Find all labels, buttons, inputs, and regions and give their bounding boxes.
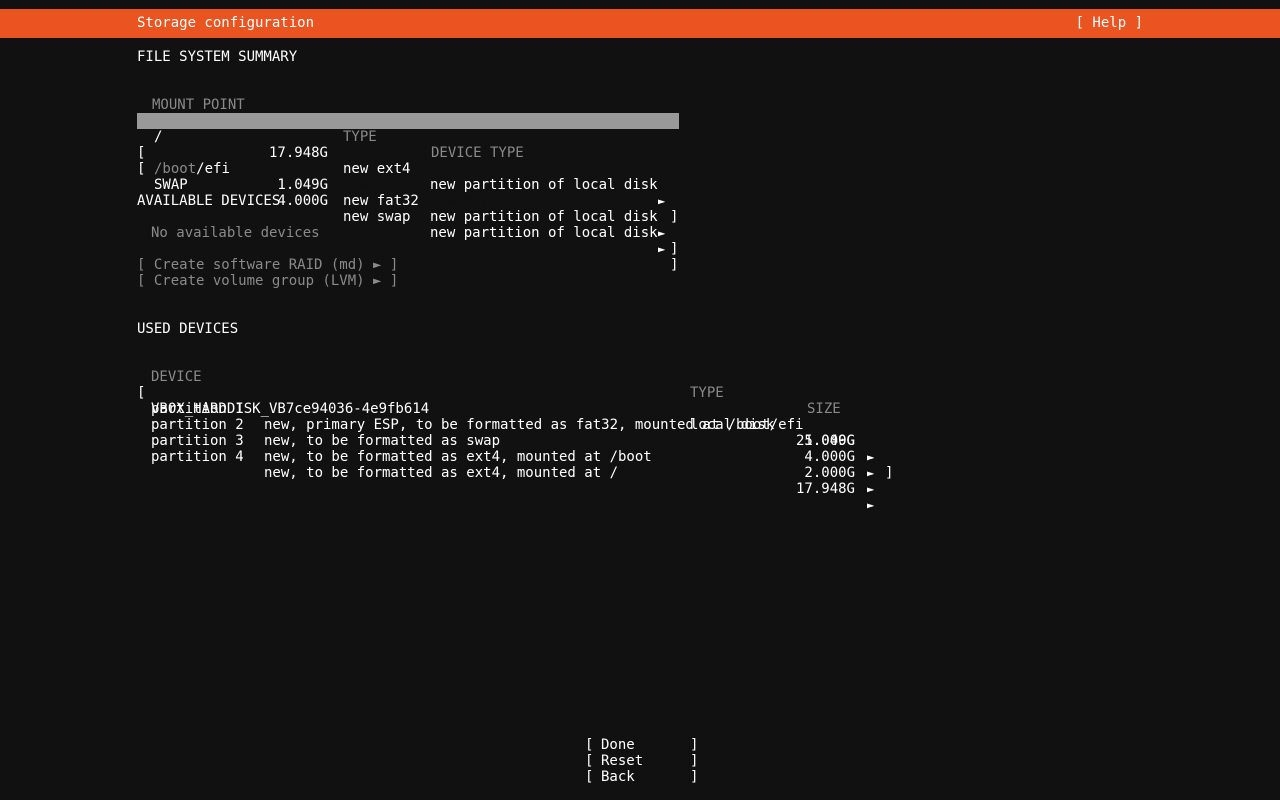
fs-row-boot-efi[interactable]: [ /boot/efi 1.049G new fat32 new partiti… xyxy=(137,129,679,145)
expand-arrow-icon: ► xyxy=(658,209,665,225)
filesystem-summary-header: MOUNT POINT SIZE TYPE DEVICE TYPE xyxy=(137,81,697,97)
partition-row-3[interactable]: partition 3 new, to be formatted as ext4… xyxy=(137,417,907,433)
done-button[interactable]: [ Done ] xyxy=(585,737,699,753)
expand-arrow-icon: ► xyxy=(658,225,665,241)
expand-arrow-icon: ► xyxy=(658,241,665,257)
partition-row-4[interactable]: partition 4 new, to be formatted as ext4… xyxy=(137,433,907,449)
right-bracket: ] xyxy=(690,753,698,769)
used-disk-row[interactable]: [ VBOX_HARDDISK_VB7ce94036-4e9fb614 loca… xyxy=(137,369,907,385)
right-bracket: ] xyxy=(670,241,678,257)
expand-arrow-icon: ► xyxy=(867,481,874,497)
fs-row-swap[interactable]: [ SWAP 4.000G new swap new partition of … xyxy=(137,145,679,161)
expand-arrow-icon: ► xyxy=(658,193,665,209)
back-button[interactable]: [ Back ] xyxy=(585,769,699,785)
type-value: new ext4 xyxy=(343,177,410,193)
left-bracket: [ xyxy=(585,769,593,785)
reset-button-label: Reset xyxy=(601,753,643,769)
device-type-value: new partition of local disk xyxy=(430,193,658,209)
filesystem-summary-heading: FILE SYSTEM SUMMARY xyxy=(137,49,297,65)
right-bracket: ] xyxy=(885,465,893,481)
partition-size: 2.000G xyxy=(777,465,855,481)
used-devices-table: DEVICE TYPE SIZE [ VBOX_HARDDISK_VB7ce94… xyxy=(137,353,907,449)
mount-point-rest: /efi xyxy=(196,161,230,177)
fs-row-root[interactable]: [ / 17.948G new ext4 new partition of lo… xyxy=(137,97,679,113)
partition-size: 17.948G xyxy=(777,481,855,497)
footer-actions: [ Done ] [ Reset ] [ Back ] xyxy=(585,737,699,785)
device-type-value: new partition of local disk xyxy=(430,225,658,241)
partition-row-1[interactable]: partition 1 new, primary ESP, to be form… xyxy=(137,385,907,401)
partition-description: new, to be formatted as ext4, mounted at… xyxy=(264,465,618,481)
type-value: new swap xyxy=(343,209,410,225)
left-bracket: [ xyxy=(585,737,593,753)
partition-size: 4.000G xyxy=(777,449,855,465)
partition-name: partition 4 xyxy=(151,449,244,465)
reset-button[interactable]: [ Reset ] xyxy=(585,753,699,769)
type-value: new ext4 xyxy=(343,161,410,177)
create-software-raid-button[interactable]: [ Create software RAID (md) ► ] xyxy=(137,257,398,273)
partition-description: new, to be formatted as ext4, mounted at… xyxy=(264,449,652,465)
title-bar: Storage configuration [ Help ] xyxy=(0,9,1280,38)
right-bracket: ] xyxy=(690,737,698,753)
used-devices-heading: USED DEVICES xyxy=(137,321,238,337)
available-devices-heading: AVAILABLE DEVICES xyxy=(137,193,280,209)
partition-row-2[interactable]: partition 2 new, to be formatted as swap… xyxy=(137,401,907,417)
fs-row-boot[interactable]: [ /boot 2.000G new ext4 new partition of… xyxy=(137,113,679,129)
device-type-value: new partition of local disk xyxy=(430,209,658,225)
done-button-label: Done xyxy=(601,737,635,753)
mount-point: SWAP xyxy=(154,177,188,193)
help-button[interactable]: [ Help ] xyxy=(1076,15,1143,31)
right-bracket: ] xyxy=(690,769,698,785)
create-volume-group-button[interactable]: [ Create volume group (LVM) ► ] xyxy=(137,273,398,289)
size-value: 2.000G xyxy=(268,161,328,177)
used-devices-header: DEVICE TYPE SIZE xyxy=(137,353,907,369)
size-value: 1.049G xyxy=(268,177,328,193)
left-bracket: [ xyxy=(585,753,593,769)
filesystem-summary-table: MOUNT POINT SIZE TYPE DEVICE TYPE [ / 17… xyxy=(137,81,697,161)
right-bracket: ] xyxy=(670,209,678,225)
expand-arrow-icon: ► xyxy=(867,497,874,513)
page-title: Storage configuration xyxy=(137,15,314,31)
no-available-devices-message: No available devices xyxy=(151,225,320,241)
right-bracket: ] xyxy=(670,257,678,273)
device-type-value: new partition of local disk xyxy=(430,177,658,193)
expand-arrow-icon: ► xyxy=(867,449,874,465)
left-bracket: [ xyxy=(137,161,145,177)
expand-arrow-icon: ► xyxy=(867,465,874,481)
back-button-label: Back xyxy=(601,769,635,785)
right-bracket: ] xyxy=(670,225,678,241)
type-value: new fat32 xyxy=(343,193,419,209)
